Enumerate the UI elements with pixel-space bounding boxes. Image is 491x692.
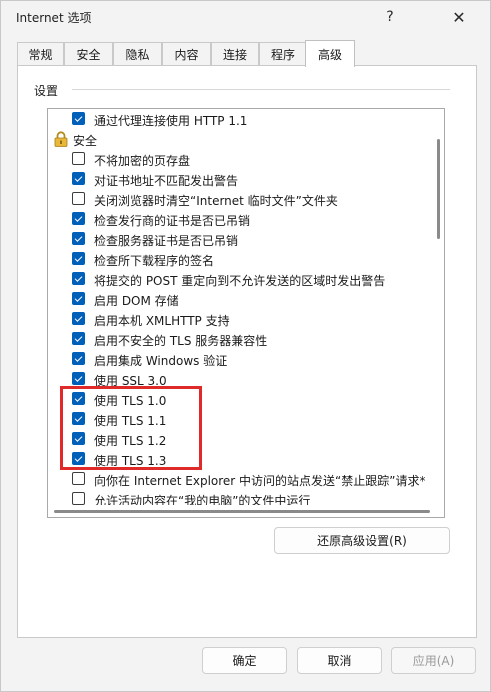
setting-label: 启用 DOM 存储 (94, 294, 179, 308)
help-button[interactable]: ? (367, 1, 413, 33)
setting-label: 通过代理连接使用 HTTP 1.1 (94, 114, 248, 128)
lock-icon (54, 131, 68, 147)
setting-label: 检查发行商的证书是否已吊销 (94, 214, 251, 228)
setting-empty-temp-files[interactable]: 关闭浏览器时清空“Internet 临时文件”文件夹 (48, 189, 432, 209)
setting-integrated-windows-auth[interactable]: 启用集成 Windows 验证 (48, 349, 432, 369)
setting-tls-1-2[interactable]: 使用 TLS 1.2 (48, 429, 432, 449)
checkbox[interactable] (72, 332, 85, 345)
group-divider (72, 89, 450, 90)
tab-label: 程序 (270, 48, 295, 62)
scrollbar-thumb[interactable] (437, 139, 440, 239)
tab-general[interactable]: 常规 (17, 42, 64, 66)
setting-label: 使用 TLS 1.0 (94, 394, 167, 408)
tab-programs[interactable]: 程序 (259, 42, 307, 66)
setting-label: 将提交的 POST 重定向到不允许发送的区域时发出警告 (94, 274, 386, 288)
checkbox[interactable] (72, 352, 85, 365)
tab-label: 连接 (222, 48, 247, 62)
button-label: 取消 (327, 654, 352, 668)
setting-label: 启用本机 XMLHTTP 支持 (94, 314, 230, 328)
setting-do-not-track[interactable]: 向你在 Internet Explorer 中访问的站点发送“禁止跟踪”请求* (48, 469, 432, 489)
scrollbar-thumb[interactable] (54, 510, 430, 513)
tab-label: 安全 (76, 48, 101, 62)
tab-label: 隐私 (125, 48, 150, 62)
window-title: Internet 选项 (16, 11, 92, 25)
setting-label: 关闭浏览器时清空“Internet 临时文件”文件夹 (94, 194, 338, 208)
setting-insecure-tls-compat[interactable]: 启用不安全的 TLS 服务器兼容性 (48, 329, 432, 349)
setting-label: 向你在 Internet Explorer 中访问的站点发送“禁止跟踪”请求* (94, 474, 426, 488)
title-bar: Internet 选项 ? ✕ (1, 1, 490, 33)
setting-tls-1-1[interactable]: 使用 TLS 1.1 (48, 409, 432, 429)
tab-label: 高级 (317, 47, 342, 62)
setting-http11-proxy[interactable]: 通过代理连接使用 HTTP 1.1 (48, 109, 432, 129)
setting-cert-mismatch-warning[interactable]: 对证书地址不匹配发出警告 (48, 169, 432, 189)
category-label: 安全 (73, 134, 98, 148)
setting-check-publisher-revocation[interactable]: 检查发行商的证书是否已吊销 (48, 209, 432, 229)
setting-label: 检查服务器证书是否已吊销 (94, 234, 239, 248)
setting-tls-1-0[interactable]: 使用 TLS 1.0 (48, 389, 432, 409)
checkbox[interactable] (72, 452, 85, 465)
close-icon: ✕ (452, 7, 466, 27)
apply-button[interactable]: 应用(A) (391, 647, 476, 674)
ok-button[interactable]: 确定 (202, 647, 287, 674)
checkbox[interactable] (72, 292, 85, 305)
setting-ssl-3-0[interactable]: 使用 SSL 3.0 (48, 369, 432, 389)
advanced-panel: 设置 通过代理连接使用 HTTP 1.1 安全 不将加密的页存盘 对证书地址不匹… (17, 65, 477, 638)
help-icon: ? (386, 9, 394, 25)
horizontal-scrollbar[interactable] (48, 505, 432, 517)
settings-list[interactable]: 通过代理连接使用 HTTP 1.1 安全 不将加密的页存盘 对证书地址不匹配发出… (47, 108, 445, 518)
tab-advanced[interactable]: 高级 (305, 40, 355, 67)
checkbox[interactable] (72, 412, 85, 425)
checkbox[interactable] (72, 152, 85, 165)
checkbox[interactable] (72, 372, 85, 385)
setting-tls-1-3[interactable]: 使用 TLS 1.3 (48, 449, 432, 469)
checkbox[interactable] (72, 272, 85, 285)
setting-label: 不将加密的页存盘 (94, 154, 191, 168)
restore-advanced-settings-button[interactable]: 还原高级设置(R) (274, 527, 450, 554)
setting-dom-storage[interactable]: 启用 DOM 存储 (48, 289, 432, 309)
setting-label: 启用集成 Windows 验证 (94, 354, 228, 368)
internet-options-dialog: Internet 选项 ? ✕ 常规 安全 隐私 内容 连接 程序 高级 设置 … (0, 0, 491, 692)
setting-check-server-revocation[interactable]: 检查服务器证书是否已吊销 (48, 229, 432, 249)
checkbox[interactable] (72, 232, 85, 245)
tab-label: 常规 (28, 48, 53, 62)
setting-native-xmlhttp[interactable]: 启用本机 XMLHTTP 支持 (48, 309, 432, 329)
cancel-button[interactable]: 取消 (297, 647, 382, 674)
tab-security[interactable]: 安全 (64, 42, 113, 66)
checkbox[interactable] (72, 212, 85, 225)
setting-post-redirect-warning[interactable]: 将提交的 POST 重定向到不允许发送的区域时发出警告 (48, 269, 432, 289)
tab-label: 内容 (174, 48, 199, 62)
setting-label: 使用 TLS 1.2 (94, 434, 167, 448)
tab-content[interactable]: 内容 (162, 42, 211, 66)
tab-privacy[interactable]: 隐私 (113, 42, 162, 66)
setting-label: 启用不安全的 TLS 服务器兼容性 (94, 334, 268, 348)
checkbox[interactable] (72, 472, 85, 485)
checkbox[interactable] (72, 312, 85, 325)
checkbox[interactable] (72, 392, 85, 405)
tab-connections[interactable]: 连接 (211, 42, 259, 66)
setting-no-save-encrypted[interactable]: 不将加密的页存盘 (48, 149, 432, 169)
setting-label: 检查所下载程序的签名 (94, 254, 215, 268)
setting-label: 使用 TLS 1.1 (94, 414, 167, 428)
checkbox[interactable] (72, 492, 85, 505)
button-label: 应用(A) (412, 654, 455, 668)
setting-label: 使用 SSL 3.0 (94, 374, 167, 388)
checkbox[interactable] (72, 192, 85, 205)
checkbox[interactable] (72, 252, 85, 265)
setting-label: 使用 TLS 1.3 (94, 454, 167, 468)
category-security: 安全 (48, 129, 432, 149)
settings-group-label: 设置 (34, 84, 59, 98)
vertical-scrollbar[interactable] (433, 109, 444, 517)
checkbox[interactable] (72, 112, 85, 125)
setting-check-download-signatures[interactable]: 检查所下载程序的签名 (48, 249, 432, 269)
settings-list-items: 通过代理连接使用 HTTP 1.1 安全 不将加密的页存盘 对证书地址不匹配发出… (48, 109, 432, 517)
button-label: 还原高级设置(R) (317, 534, 407, 548)
checkbox[interactable] (72, 172, 85, 185)
checkbox[interactable] (72, 432, 85, 445)
setting-label: 对证书地址不匹配发出警告 (94, 174, 239, 188)
button-label: 确定 (232, 654, 257, 668)
close-button[interactable]: ✕ (436, 1, 482, 33)
